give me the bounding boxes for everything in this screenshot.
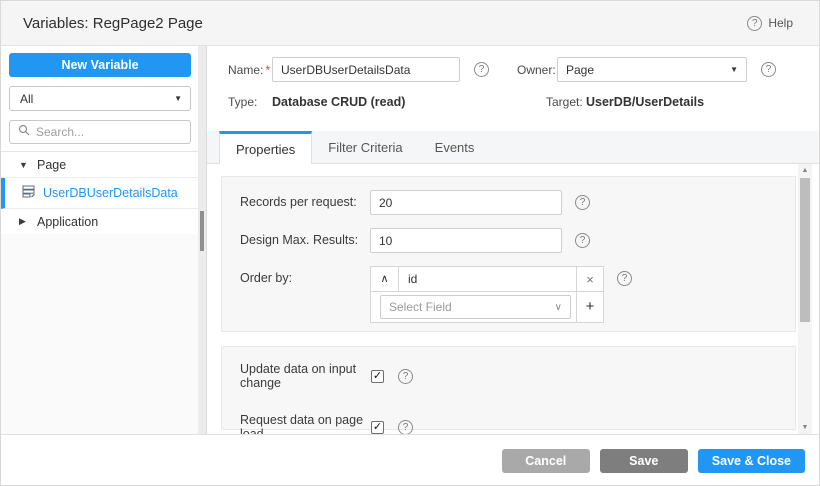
save-close-button[interactable]: Save & Close <box>698 449 805 473</box>
titlebar: Variables: RegPage2 Page ? Help <box>1 1 819 46</box>
owner-label: Owner:* <box>517 63 557 77</box>
owner-value: Page <box>566 63 594 77</box>
main-panel: Name:* ? Owner:* Page ▼ ? Type: Database… <box>207 46 819 434</box>
new-variable-button[interactable]: New Variable <box>9 53 191 77</box>
scroll-down-icon[interactable]: ▼ <box>798 421 812 434</box>
checkmark-icon: ✓ <box>373 371 382 382</box>
name-help-icon[interactable]: ? <box>474 62 489 77</box>
select-field-dropdown[interactable]: Select Field ∨ <box>380 295 571 319</box>
save-button[interactable]: Save <box>600 449 688 473</box>
tab-filter-criteria[interactable]: Filter Criteria <box>312 131 418 163</box>
page-title: Variables: RegPage2 Page <box>23 15 203 32</box>
checkmark-icon: ✓ <box>373 422 382 433</box>
tree-item-label: UserDBUserDetailsData <box>43 186 178 200</box>
name-input[interactable] <box>272 57 460 82</box>
dropdown-icon: ▼ <box>174 94 182 103</box>
order-by-field[interactable]: id <box>399 267 576 291</box>
caret-up-icon: ∧ <box>380 273 388 285</box>
caret-right-icon[interactable]: ▶ <box>19 216 29 227</box>
behavior-settings-card: Update data on input change ✓ ? Request … <box>221 346 796 430</box>
design-max-results-label: Design Max. Results: <box>240 228 370 253</box>
sidebar-empty-area <box>1 234 198 434</box>
help-label: Help <box>768 16 793 30</box>
tab-events[interactable]: Events <box>419 131 491 163</box>
update-data-checkbox[interactable]: ✓ <box>371 370 384 383</box>
tree-item-application[interactable]: ▶ Application <box>1 209 206 235</box>
order-by-help-icon[interactable]: ? <box>617 271 632 286</box>
type-label: Type: <box>228 95 272 109</box>
variables-dialog: Variables: RegPage2 Page ? Help New Vari… <box>0 0 820 486</box>
help-icon: ? <box>747 16 762 31</box>
chevron-down-icon: ∨ <box>555 302 562 313</box>
help-button[interactable]: ? Help <box>747 16 793 31</box>
remove-field-button[interactable]: × <box>576 267 603 291</box>
order-by-label: Order by: <box>240 266 370 291</box>
records-per-request-label: Records per request: <box>240 190 370 215</box>
target-label: Target: <box>546 95 586 109</box>
owner-help-icon[interactable]: ? <box>761 62 776 77</box>
update-data-label: Update data on input change <box>240 362 371 390</box>
sort-direction-button[interactable]: ∧ <box>371 267 399 291</box>
request-data-label: Request data on page load <box>240 413 371 434</box>
name-label: Name:* <box>228 63 272 77</box>
update-data-help-icon[interactable]: ? <box>398 369 413 384</box>
tabbar: Properties Filter Criteria Events <box>207 131 819 164</box>
select-field-placeholder: Select Field <box>389 300 452 314</box>
required-asterisk: * <box>265 63 270 77</box>
records-per-request-help-icon[interactable]: ? <box>575 195 590 210</box>
records-per-request-input[interactable] <box>370 190 562 215</box>
cancel-button[interactable]: Cancel <box>502 449 590 473</box>
variable-filter-value: All <box>20 92 33 106</box>
type-value: Database CRUD (read) <box>272 95 518 109</box>
footer: Cancel Save Save & Close <box>1 434 819 486</box>
request-data-help-icon[interactable]: ? <box>398 420 413 435</box>
sidebar-scrollbar-thumb[interactable] <box>200 211 204 251</box>
variable-tree: ▼ Page UserDBUserDetailsData ▶ Applicati… <box>1 151 206 235</box>
request-settings-card: Records per request: ? Design Max. Resul… <box>221 176 796 332</box>
order-by-widget: ∧ id × Select Field ∨ + <box>370 266 604 323</box>
caret-down-icon[interactable]: ▼ <box>19 160 29 170</box>
properties-panel: Records per request: ? Design Max. Resul… <box>207 164 819 434</box>
database-icon <box>22 185 35 201</box>
content-scrollbar[interactable]: ▲ ▼ <box>798 164 812 434</box>
tree-item-label: Page <box>37 158 66 172</box>
owner-select[interactable]: Page ▼ <box>557 57 747 82</box>
variable-filter-select[interactable]: All ▼ <box>9 86 191 111</box>
plus-icon: + <box>586 298 595 315</box>
design-max-results-input[interactable] <box>370 228 562 253</box>
request-data-checkbox[interactable]: ✓ <box>371 421 384 434</box>
sidebar-scrollbar[interactable] <box>198 46 206 434</box>
search-icon <box>18 123 30 141</box>
content-scrollbar-thumb[interactable] <box>800 178 810 322</box>
target-value: UserDB/UserDetails <box>586 95 704 109</box>
design-max-results-help-icon[interactable]: ? <box>575 233 590 248</box>
add-field-button[interactable]: + <box>576 292 603 322</box>
close-icon: × <box>586 272 594 287</box>
tree-item-userdbuserdetailsdata[interactable]: UserDBUserDetailsData <box>1 178 206 209</box>
tree-item-label: Application <box>37 215 98 229</box>
variable-summary: Name:* ? Owner:* Page ▼ ? Type: Database… <box>207 46 819 131</box>
tab-properties[interactable]: Properties <box>219 131 312 164</box>
search-input[interactable]: Search... <box>9 120 191 144</box>
search-placeholder: Search... <box>36 125 84 139</box>
scroll-up-icon[interactable]: ▲ <box>798 164 812 177</box>
dropdown-icon: ▼ <box>730 65 738 74</box>
tree-item-page[interactable]: ▼ Page <box>1 152 206 178</box>
sidebar: New Variable All ▼ Search... ▼ Page <box>1 46 207 434</box>
dialog-body: New Variable All ▼ Search... ▼ Page <box>1 46 819 434</box>
